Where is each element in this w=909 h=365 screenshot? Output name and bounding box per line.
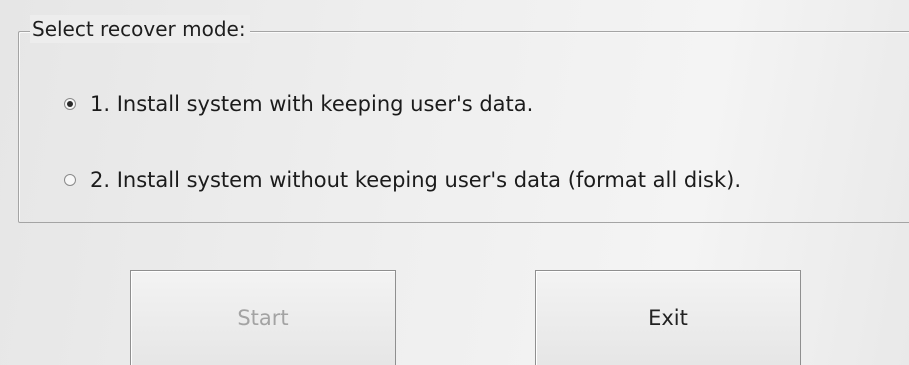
exit-button[interactable]: Exit xyxy=(535,270,801,365)
recover-mode-legend: Select recover mode: xyxy=(30,15,250,43)
option-format-all-disk[interactable]: 2. Install system without keeping user's… xyxy=(64,165,741,195)
start-button[interactable]: Start xyxy=(130,270,396,365)
option-keep-user-data-label: 1. Install system with keeping user's da… xyxy=(90,92,534,116)
recovery-screen: Select recover mode: 1. Install system w… xyxy=(0,0,909,365)
radio-button-unselected[interactable] xyxy=(64,174,76,186)
option-keep-user-data[interactable]: 1. Install system with keeping user's da… xyxy=(64,89,533,119)
option-format-all-disk-label: 2. Install system without keeping user's… xyxy=(90,168,741,192)
radio-button-selected[interactable] xyxy=(64,98,76,110)
